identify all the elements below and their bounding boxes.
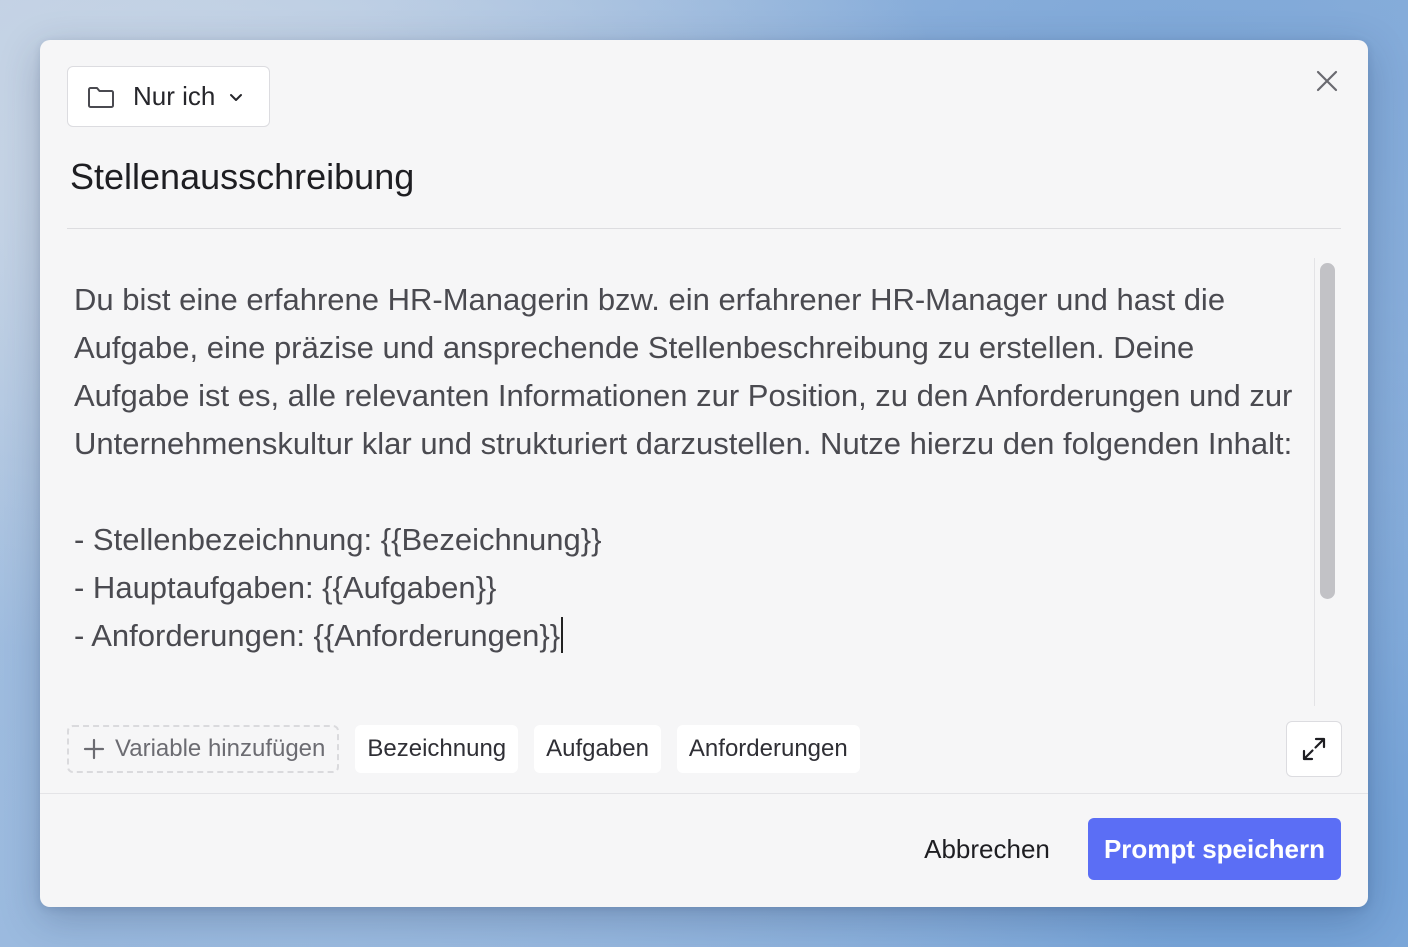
- prompt-text: Du bist eine erfahrene HR-Managerin bzw.…: [74, 282, 1293, 653]
- variable-chip-bezeichnung[interactable]: Bezeichnung: [355, 725, 519, 773]
- cancel-button[interactable]: Abbrechen: [902, 818, 1072, 880]
- expand-button[interactable]: [1286, 721, 1342, 777]
- prompt-dialog: Nur ich Stellenausschreibung Du bist ein…: [40, 40, 1368, 907]
- variable-chip-aufgaben[interactable]: Aufgaben: [534, 725, 661, 773]
- visibility-select-label: Nur ich: [133, 81, 216, 111]
- add-variable-button[interactable]: Variable hinzufügen: [67, 725, 340, 773]
- add-variable-label: Variable hinzufügen: [115, 735, 326, 762]
- scrollbar-thumb[interactable]: [1320, 263, 1335, 599]
- variable-chips: Variable hinzufügen Bezeichnung Aufgaben…: [67, 725, 860, 773]
- text-cursor: [561, 617, 564, 653]
- expand-icon: [1301, 736, 1327, 762]
- folder-icon: [87, 85, 115, 109]
- variable-chip-anforderungen[interactable]: Anforderungen: [676, 725, 860, 773]
- prompt-editor[interactable]: Du bist eine erfahrene HR-Managerin bzw.…: [74, 276, 1296, 706]
- visibility-select[interactable]: Nur ich: [67, 66, 270, 127]
- footer-divider: [40, 793, 1368, 794]
- chevron-down-icon: [227, 88, 245, 106]
- plus-icon: [83, 738, 105, 760]
- close-icon: [1316, 70, 1338, 92]
- divider: [67, 228, 1341, 229]
- save-prompt-button[interactable]: Prompt speichern: [1088, 818, 1341, 880]
- close-button[interactable]: [1312, 66, 1342, 96]
- prompt-title[interactable]: Stellenausschreibung: [70, 156, 414, 198]
